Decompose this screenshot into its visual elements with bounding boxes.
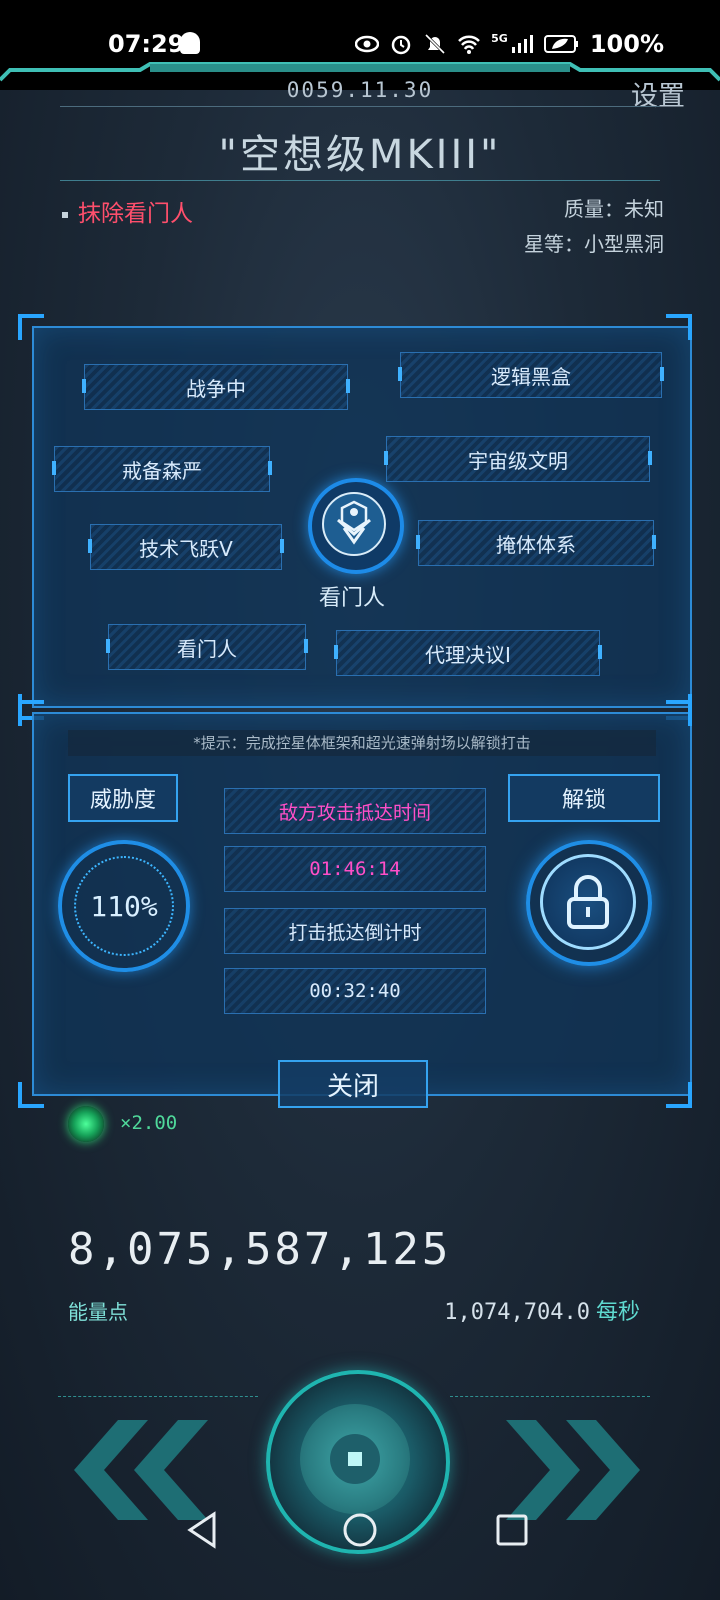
network-type-label: 5G — [491, 31, 508, 45]
threat-dial: 110% — [58, 840, 190, 972]
frame-corner — [18, 700, 44, 726]
status-icons: 5G 100% — [355, 30, 664, 58]
bell-off-icon — [425, 33, 446, 55]
energy-label: 能量点 — [68, 1300, 128, 1324]
battery-percent: 100% — [589, 30, 664, 58]
signal-icon — [511, 35, 533, 53]
frame-corner — [666, 1082, 692, 1108]
rate-value: 1,074,704.0 — [444, 1300, 590, 1325]
energy-total: 8,075,587,125 — [68, 1224, 452, 1275]
system-nav-bar — [187, 1511, 528, 1549]
frame-corner — [666, 700, 692, 726]
eye-icon — [355, 35, 380, 53]
trait-tag[interactable]: 看门人 — [106, 624, 308, 670]
divider — [450, 1396, 650, 1398]
main-action-core — [330, 1434, 380, 1484]
unlock-hint: *提示：完成控星体框架和超光速弹射场以解锁打击 — [68, 730, 656, 756]
game-date: 0059.11.30 — [286, 78, 434, 102]
unlock-lock-button[interactable] — [526, 840, 652, 966]
lock-icon — [567, 875, 609, 929]
enemy-time-value: 01:46:14 — [224, 846, 486, 892]
status-time: 07:29 — [108, 30, 185, 58]
energy-rate: 1,074,704.0 每秒 — [444, 1294, 640, 1326]
divider — [58, 1396, 258, 1398]
divider — [60, 180, 660, 181]
quality-label: 质量：未知 — [564, 197, 664, 221]
rate-unit: 每秒 — [595, 1300, 640, 1325]
frame-corner — [18, 1082, 44, 1108]
trait-tag[interactable]: 戒备森严 — [52, 446, 272, 492]
trait-tag[interactable]: 宇宙级文明 — [384, 436, 652, 482]
lock-core — [540, 854, 636, 950]
target-title: "空想级MKIII" — [218, 132, 502, 178]
green-orb-icon — [68, 1106, 104, 1142]
multiplier-value: ×2.00 — [120, 1112, 178, 1134]
recents-icon[interactable] — [496, 1514, 528, 1546]
trait-tag[interactable]: 逻辑黑盒 — [398, 352, 664, 398]
threat-label: 威胁度 — [68, 774, 178, 822]
main-action-inner — [300, 1404, 410, 1514]
ghost-icon — [180, 32, 200, 54]
mission-objective: 抹除看门人 — [62, 194, 193, 228]
trait-tag[interactable]: 掩体体系 — [416, 520, 656, 566]
trait-tag[interactable]: 代理决议I — [334, 630, 602, 676]
settings-button[interactable]: 设置 — [631, 74, 685, 113]
threat-value: 110% — [74, 856, 174, 956]
watcher-emblem-icon[interactable] — [308, 478, 404, 574]
wifi-icon — [458, 35, 481, 54]
back-icon[interactable] — [187, 1511, 216, 1549]
trait-tag[interactable]: 技术飞跃V — [88, 524, 284, 570]
unlock-button[interactable]: 解锁 — [508, 774, 660, 822]
home-icon[interactable] — [343, 1513, 377, 1547]
frame-corner — [18, 314, 44, 340]
close-button[interactable]: 关闭 — [278, 1060, 428, 1108]
alarm-icon — [391, 35, 411, 55]
frame-corner — [666, 314, 692, 340]
trait-tag[interactable]: 战争中 — [82, 364, 350, 410]
emblem-label: 看门人 — [318, 586, 385, 611]
emblem-core — [322, 492, 386, 556]
bird-icon — [337, 500, 371, 545]
multiplier-indicator[interactable]: ×2.00 — [68, 1106, 228, 1142]
star-class-label: 星等：小型黑洞 — [524, 232, 664, 256]
battery-saver-icon — [543, 35, 578, 53]
square-dot-icon — [348, 1452, 362, 1466]
strike-countdown-label: 打击抵达倒计时 — [224, 908, 486, 954]
enemy-time-label: 敌方攻击抵达时间 — [224, 788, 486, 834]
strike-countdown-value: 00:32:40 — [224, 968, 486, 1014]
divider — [60, 106, 660, 107]
